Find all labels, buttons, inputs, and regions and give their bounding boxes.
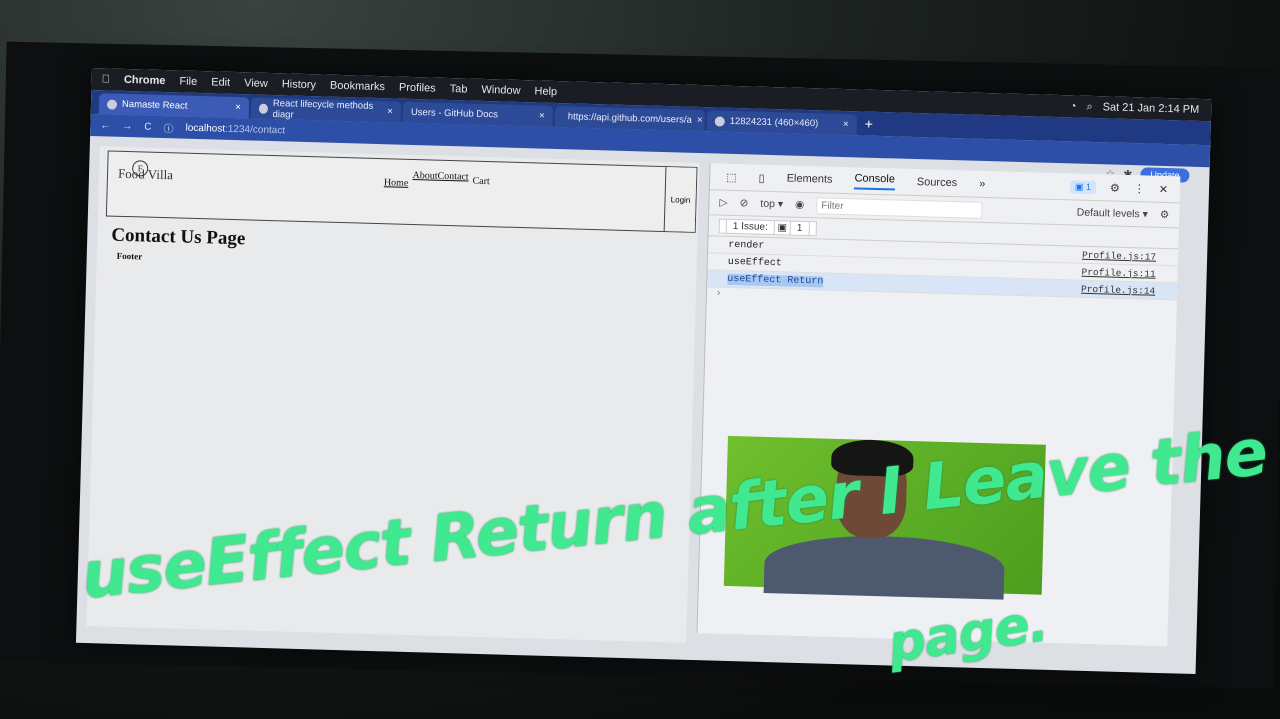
kebab-icon[interactable]: ⋮ — [1134, 182, 1145, 195]
page-title: Contact Us Page — [111, 224, 246, 250]
tab-label: Namaste React — [121, 98, 188, 112]
log-source-link[interactable]: Profile.js:11 — [1081, 266, 1155, 279]
levels-select[interactable]: Default levels ▾ — [1077, 207, 1149, 221]
close-icon[interactable]: × — [539, 111, 545, 122]
menu-window[interactable]: Window — [481, 84, 520, 97]
tab-label: 12824231 (460×460) — [729, 115, 819, 130]
close-icon[interactable]: × — [843, 119, 849, 130]
clock[interactable]: Sat 21 Jan 2:14 PM — [1103, 101, 1200, 116]
eye-icon[interactable]: ◉ — [795, 199, 805, 211]
log-message: useEffect Return — [727, 273, 824, 288]
menu-view[interactable]: View — [244, 77, 268, 90]
site-nav: Home About Contact Cart — [384, 169, 490, 191]
tab-namaste-react[interactable]: Namaste React × — [98, 93, 250, 119]
close-icon[interactable]: × — [235, 102, 241, 113]
context-select[interactable]: top ▾ — [760, 198, 783, 211]
forward-icon[interactable]: → — [122, 120, 132, 131]
login-button[interactable]: Login — [663, 167, 697, 232]
search-icon[interactable]: ⌕ — [1086, 100, 1093, 113]
gear-icon[interactable]: ⚙ — [1110, 181, 1120, 194]
log-message: useEffect — [727, 256, 782, 269]
new-tab-button[interactable]: + — [859, 115, 880, 132]
menu-edit[interactable]: Edit — [211, 76, 230, 89]
site-header: F Food Villa Home About Contact Cart Logi… — [105, 150, 698, 233]
issues-button[interactable]: 1 Issue: ▣ 1 — [718, 218, 817, 236]
menu-file[interactable]: File — [179, 75, 197, 87]
tab-react-lifecycle[interactable]: React lifecycle methods diagr × — [250, 97, 402, 123]
tab-label: https://api.github.com/users/a — [567, 111, 693, 126]
status-area: ◔ ⌕ Sat 21 Jan 2:14 PM — [1070, 100, 1200, 117]
wifi-icon[interactable]: ◔ — [1070, 100, 1077, 112]
log-message: render — [728, 239, 765, 252]
tab-label: Users - GitHub Docs — [410, 106, 499, 121]
nav-contact[interactable]: Contact — [437, 171, 468, 191]
menu-history[interactable]: History — [282, 78, 317, 91]
close-icon[interactable]: ✕ — [1159, 182, 1169, 195]
menu-tab[interactable]: Tab — [450, 83, 468, 95]
menu-bookmarks[interactable]: Bookmarks — [330, 80, 385, 94]
tab-sources[interactable]: Sources — [917, 176, 958, 189]
react-icon — [258, 103, 268, 114]
inspect-icon[interactable]: ⬚ — [726, 170, 737, 183]
tab-api-github[interactable]: https://api.github.com/users/a × — [554, 105, 706, 132]
menu-help[interactable]: Help — [534, 85, 557, 98]
more-tabs-icon[interactable]: » — [979, 178, 985, 190]
issues-badge[interactable]: ▣ 1 — [1069, 179, 1097, 194]
globe-icon — [714, 115, 725, 127]
tab-image[interactable]: 12824231 (460×460) × — [706, 110, 858, 136]
tab-elements[interactable]: Elements — [786, 172, 832, 185]
settings-icon[interactable]: ⚙ — [1160, 209, 1170, 221]
logo[interactable]: F Food Villa — [118, 160, 173, 184]
reload-icon[interactable]: C — [144, 121, 152, 132]
nav-about[interactable]: About — [412, 170, 437, 190]
tab-github-docs[interactable]: Users - GitHub Docs × — [402, 101, 554, 127]
globe-icon — [106, 98, 118, 110]
nav-home[interactable]: Home — [384, 177, 409, 189]
tab-label: React lifecycle methods diagr — [272, 97, 374, 121]
devtools-right: ▣ 1 ⚙ ⋮ ✕ — [1069, 179, 1169, 196]
url-field[interactable]: localhost:1234/contact — [185, 122, 285, 136]
log-source-link[interactable]: Profile.js:14 — [1081, 283, 1155, 296]
person-body — [763, 532, 1006, 600]
close-icon[interactable]: × — [697, 115, 703, 126]
tab-console[interactable]: Console — [854, 171, 896, 190]
log-source-link[interactable]: Profile.js:17 — [1082, 249, 1156, 262]
info-icon: ⓘ — [163, 123, 174, 135]
sidebar-toggle-icon[interactable]: ▷ — [719, 197, 727, 209]
menu-profiles[interactable]: Profiles — [399, 82, 436, 95]
close-icon[interactable]: × — [387, 106, 393, 117]
clear-console-icon[interactable]: ⊘ — [739, 197, 748, 209]
menu-app[interactable]: Chrome — [124, 74, 166, 87]
device-icon[interactable]: ▯ — [758, 171, 764, 184]
back-icon[interactable]: ← — [100, 120, 110, 131]
footer: Footer — [116, 250, 143, 262]
nav-cart[interactable]: Cart — [472, 176, 490, 191]
filter-input[interactable]: Filter — [816, 196, 983, 219]
apple-icon[interactable]:  — [102, 73, 111, 85]
